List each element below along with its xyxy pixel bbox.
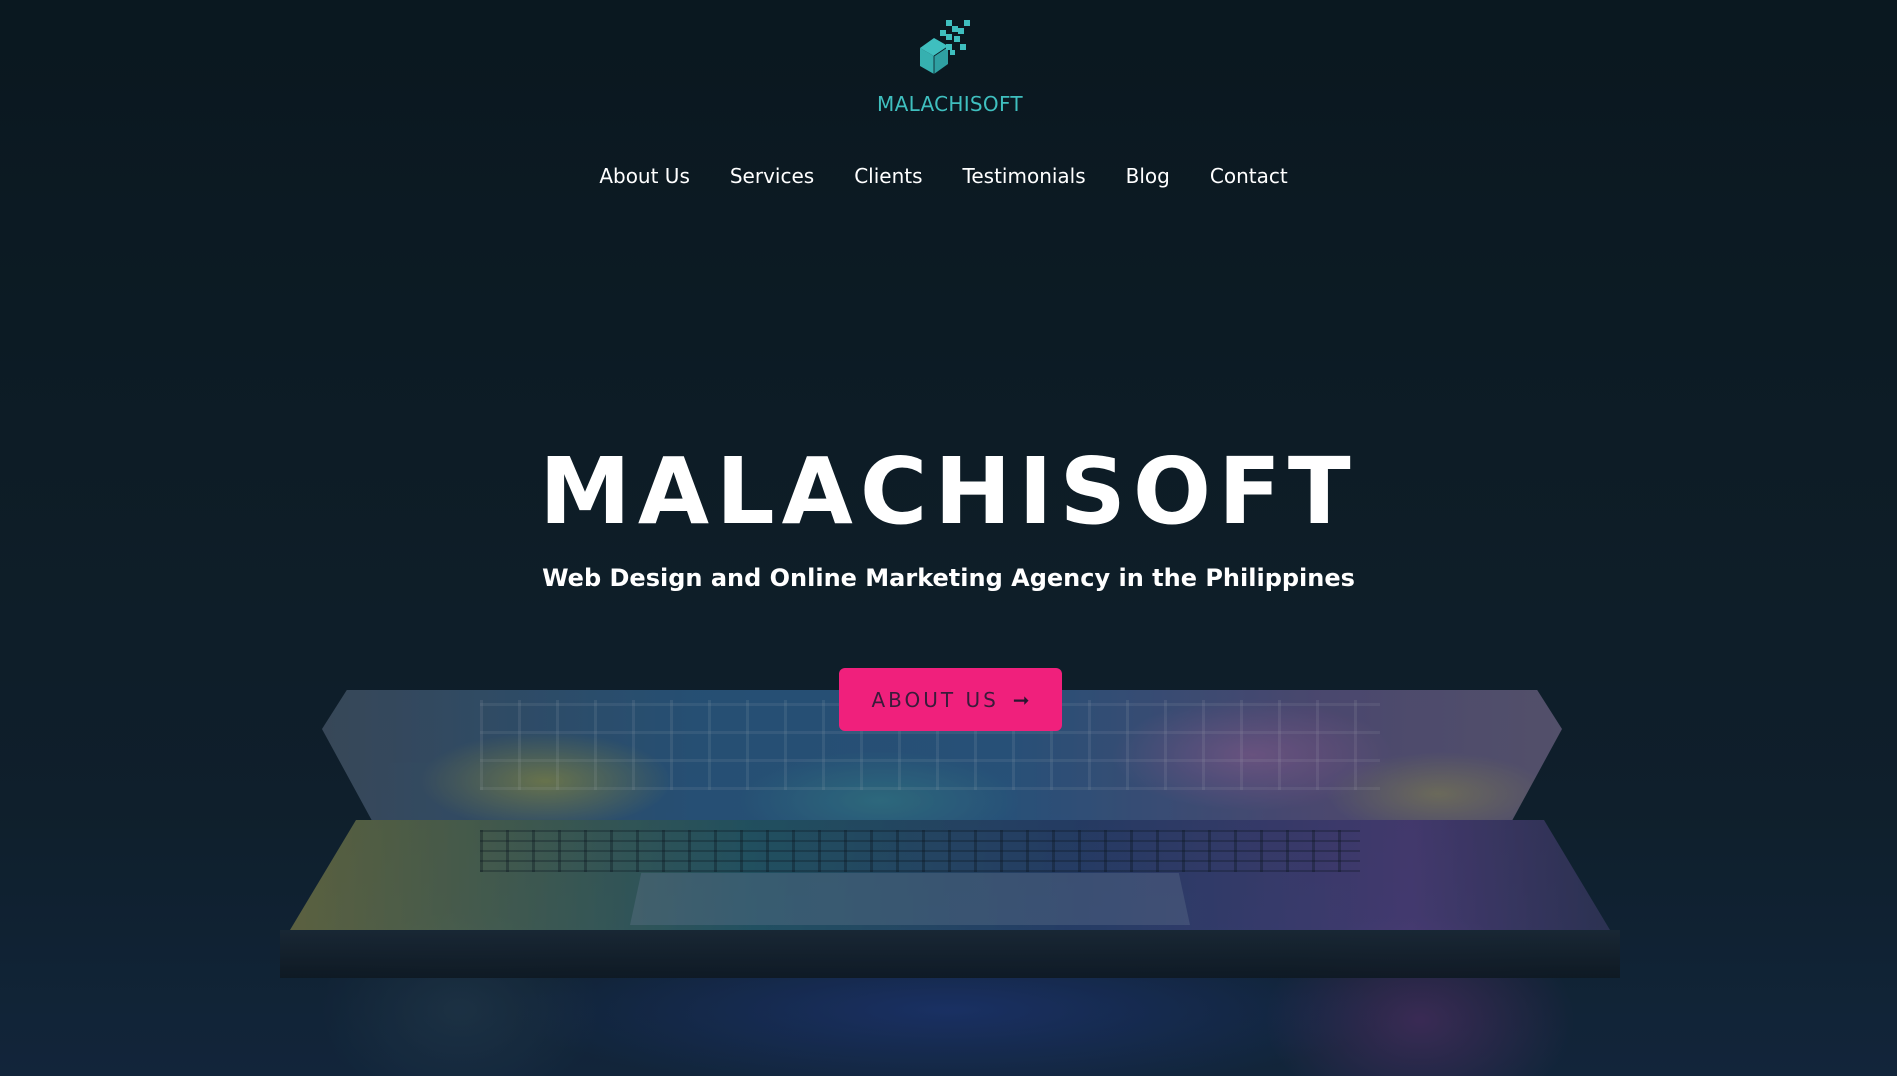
about-us-button[interactable]: ABOUT US ➞ [839, 668, 1062, 731]
nav-clients[interactable]: Clients [834, 162, 942, 190]
main-navigation: About Us Services Clients Testimonials B… [0, 162, 1897, 190]
nav-about-us[interactable]: About Us [579, 162, 710, 190]
hero-title: MALACHISOFT [539, 438, 1358, 545]
nav-testimonials[interactable]: Testimonials [943, 162, 1106, 190]
nav-contact[interactable]: Contact [1190, 162, 1308, 190]
nav-services[interactable]: Services [710, 162, 834, 190]
arrow-right-icon: ➞ [1012, 687, 1030, 712]
about-us-button-label: ABOUT US [871, 687, 999, 712]
logo-text: MALACHISOFT [877, 92, 1023, 116]
pixel-cube-icon [920, 20, 970, 74]
site-logo[interactable]: MALACHISOFT [870, 18, 1030, 118]
nav-blog[interactable]: Blog [1106, 162, 1190, 190]
hero-subtitle: Web Design and Online Marketing Agency i… [542, 564, 1355, 592]
